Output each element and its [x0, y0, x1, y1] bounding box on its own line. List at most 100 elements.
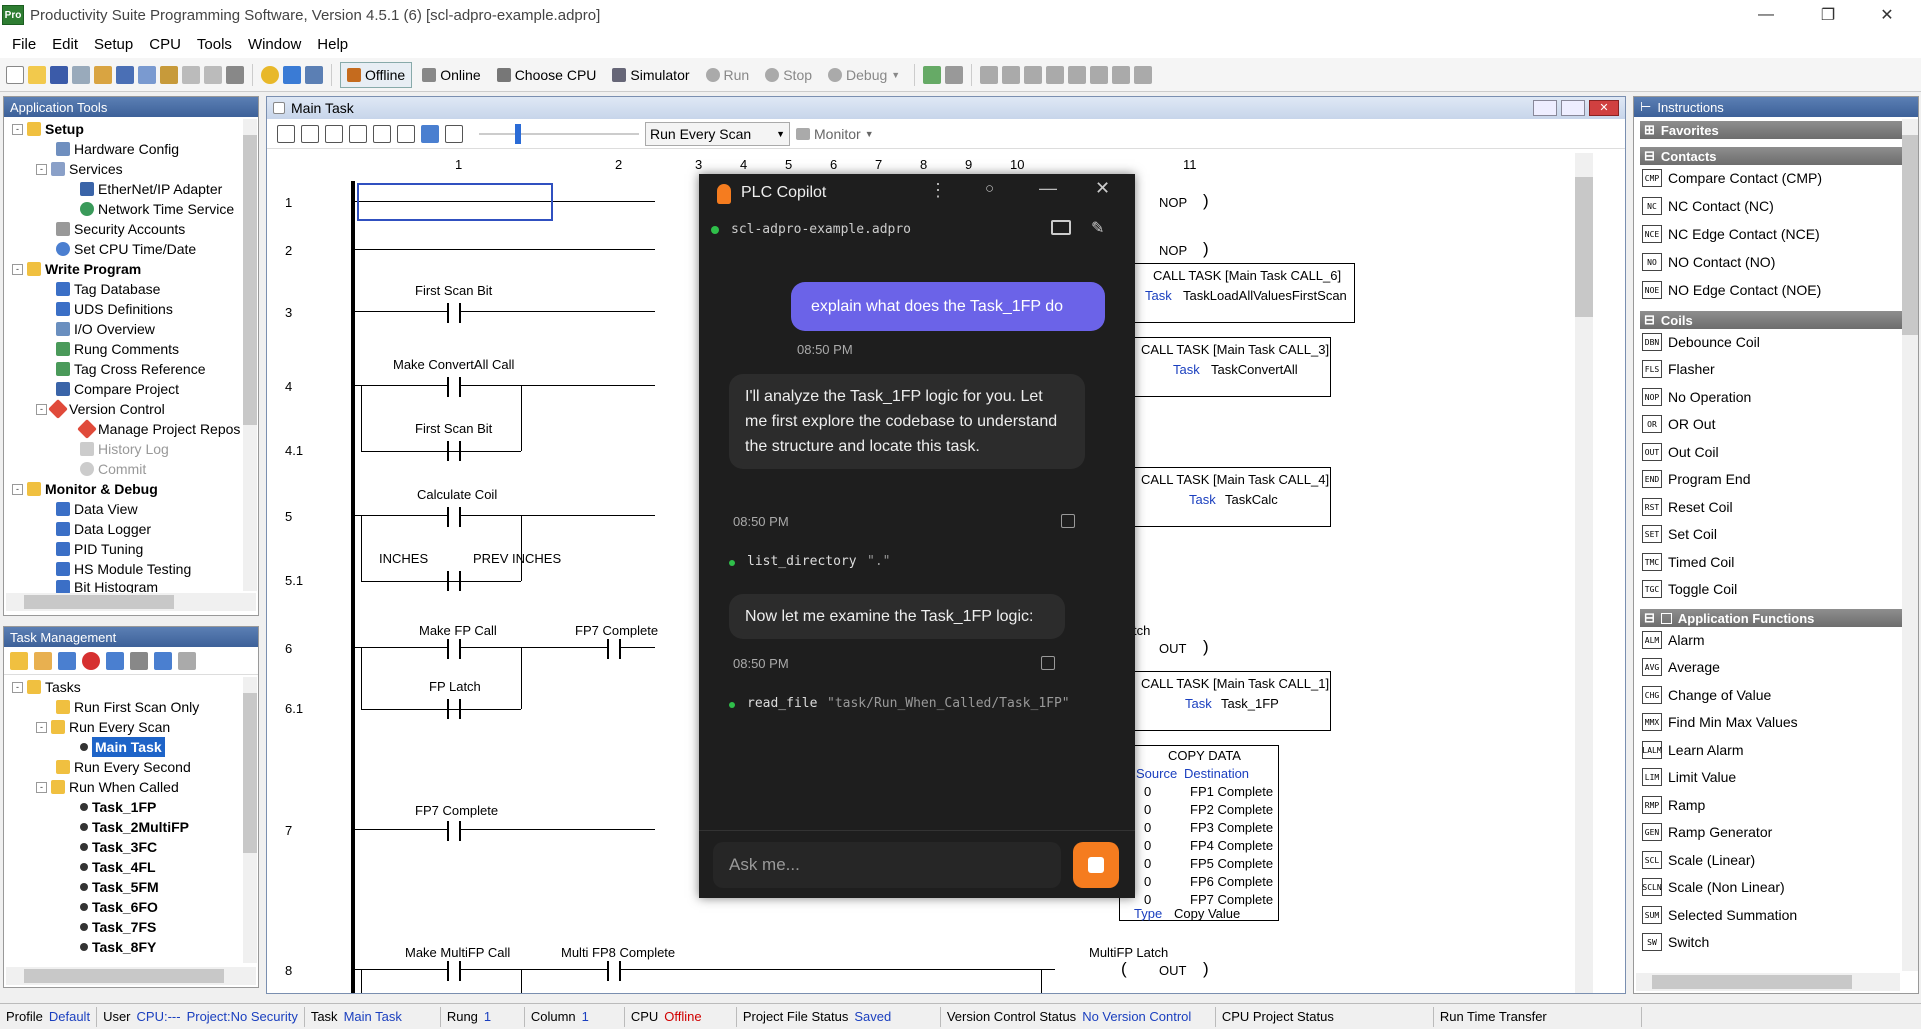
instruction-scl[interactable]: SCL Scale (Linear): [1642, 851, 1755, 869]
collapse-icon[interactable]: -: [12, 483, 23, 495]
paste-icon[interactable]: [160, 65, 178, 84]
edge-contact[interactable]: [447, 507, 461, 527]
tool-icon[interactable]: [1024, 65, 1043, 84]
nc-contact[interactable]: [607, 961, 621, 981]
instruction-rst[interactable]: RST Reset Coil: [1642, 498, 1733, 516]
new-task-icon[interactable]: [34, 651, 52, 670]
instruction-mmx[interactable]: MMX Find Min Max Values: [1642, 713, 1798, 731]
debug-button[interactable]: Debug ▼: [822, 62, 906, 88]
restore-button[interactable]: ❐: [1805, 0, 1851, 30]
instructions-hscrollbar[interactable]: [1636, 973, 1900, 991]
run-button[interactable]: Run: [700, 62, 756, 88]
tree-item-tag-database[interactable]: Tag Database: [56, 279, 160, 299]
menu-tools[interactable]: Tools: [189, 36, 240, 53]
tree-item-rung-comments[interactable]: Rung Comments: [56, 339, 179, 359]
tree-item-pid-tuning[interactable]: PID Tuning: [56, 539, 143, 559]
tool-icon[interactable]: [1090, 65, 1109, 84]
edge-contact[interactable]: [447, 639, 461, 659]
choose-cpu-button[interactable]: Choose CPU: [491, 62, 603, 88]
section-coils[interactable]: ⊟ Coils: [1640, 311, 1902, 329]
find-icon[interactable]: [226, 65, 244, 84]
call-task-box[interactable]: CALL TASK [Main Task CALL_4] Task TaskCa…: [1135, 467, 1331, 527]
vertical-scrollbar[interactable]: [243, 119, 257, 591]
checkbox-icon[interactable]: [1660, 612, 1672, 624]
tree-item-history-log[interactable]: History Log: [80, 439, 169, 459]
menu-cpu[interactable]: CPU: [141, 36, 189, 53]
task-item-every-scan[interactable]: - Run Every Scan: [36, 717, 170, 737]
tree-item-tag-cross-reference[interactable]: Tag Cross Reference: [56, 359, 206, 379]
close-button[interactable]: ✕: [1864, 0, 1910, 30]
print-icon[interactable]: [72, 65, 90, 84]
scrollbar-thumb[interactable]: [1902, 135, 1918, 335]
monitor-icon[interactable]: [945, 65, 964, 84]
instruction-end[interactable]: END Program End: [1642, 470, 1750, 488]
tree-item-monitor-debug[interactable]: - Monitor & Debug: [12, 479, 158, 499]
tree-item-io-overview[interactable]: I/O Overview: [56, 319, 155, 339]
minimize-button[interactable]: —: [1743, 0, 1789, 30]
instruction-lim[interactable]: LIM Limit Value: [1642, 768, 1736, 786]
tool-icon[interactable]: [1068, 65, 1087, 84]
tool-icon[interactable]: [1112, 65, 1131, 84]
cell-cursor[interactable]: [357, 183, 553, 221]
tree-item-commit[interactable]: Commit: [80, 459, 146, 479]
instruction-nc[interactable]: NC NC Contact (NC): [1642, 197, 1774, 215]
delete-icon[interactable]: [82, 651, 100, 670]
nop-coil[interactable]: NOP: [1159, 243, 1187, 258]
copy-message-icon[interactable]: [1041, 656, 1055, 670]
tree-item-compare-project[interactable]: Compare Project: [56, 379, 179, 399]
menu-help[interactable]: Help: [309, 36, 356, 53]
tool-icon[interactable]: [1002, 65, 1021, 84]
instruction-or[interactable]: OR OR Out: [1642, 415, 1715, 433]
stop-generation-button[interactable]: [1073, 842, 1119, 888]
instruction-alm[interactable]: ALM Alarm: [1642, 631, 1705, 649]
collapse-icon[interactable]: -: [36, 403, 47, 415]
task-item-task-2multifp[interactable]: Task_2MultiFP: [80, 817, 189, 837]
copy-icon[interactable]: [138, 65, 156, 84]
offline-button[interactable]: Offline: [340, 61, 413, 88]
copy-task-icon[interactable]: [106, 651, 124, 670]
instructions-scrollbar[interactable]: [1902, 119, 1918, 971]
horizontal-scrollbar[interactable]: [6, 967, 256, 985]
close-icon[interactable]: ✕: [1095, 178, 1110, 199]
tree-item-manage-repos[interactable]: Manage Project Repos: [77, 419, 240, 439]
task-item-task-3fc[interactable]: Task_3FC: [80, 837, 157, 857]
status-icon[interactable]: [923, 65, 942, 84]
grid-icon[interactable]: [373, 124, 391, 143]
section-application-functions[interactable]: ⊟ Application Functions: [1640, 609, 1902, 627]
instruction-out[interactable]: OUT Out Coil: [1642, 443, 1719, 461]
task-item-task-1fp[interactable]: Task_1FP: [80, 797, 156, 817]
tree-item-setup[interactable]: - Setup: [12, 119, 84, 139]
text-icon[interactable]: [349, 124, 367, 143]
instruction-chg[interactable]: CHG Change of Value: [1642, 686, 1771, 704]
tree-item-services[interactable]: - Services: [36, 159, 123, 179]
minimize-icon[interactable]: —: [1039, 178, 1057, 199]
no-contact[interactable]: [447, 303, 461, 323]
menu-edit[interactable]: Edit: [44, 36, 86, 53]
clean-icon[interactable]: ✎: [1091, 218, 1104, 238]
task-item-task-4fl[interactable]: Task_4FL: [80, 857, 156, 877]
instruction-dbn[interactable]: DBN Debounce Coil: [1642, 333, 1760, 351]
instruction-no[interactable]: NO NO Contact (NO): [1642, 253, 1775, 271]
out-coil[interactable]: OUT: [1159, 641, 1186, 656]
nop-coil[interactable]: NOP: [1159, 195, 1187, 210]
simulator-button[interactable]: Simulator: [606, 62, 695, 88]
instruction-nop[interactable]: NOP No Operation: [1642, 388, 1751, 406]
instruction-sw[interactable]: SW Switch: [1642, 933, 1709, 951]
move-icon[interactable]: [154, 651, 172, 670]
pin-icon[interactable]: ⊢: [1640, 99, 1651, 115]
tool-icon[interactable]: [1046, 65, 1065, 84]
cut-icon[interactable]: [116, 65, 134, 84]
editor-tool-icon[interactable]: [301, 124, 319, 143]
zoom-slider[interactable]: [479, 123, 639, 144]
edge-contact[interactable]: [447, 961, 461, 981]
section-contacts[interactable]: ⊟ Contacts: [1640, 147, 1902, 165]
instruction-lalm[interactable]: LALM Learn Alarm: [1642, 741, 1743, 759]
scrollbar-thumb[interactable]: [1575, 177, 1593, 317]
instruction-sum[interactable]: SUM Selected Summation: [1642, 906, 1797, 924]
window-icon[interactable]: [58, 651, 76, 670]
task-item-when-called[interactable]: - Run When Called: [36, 777, 179, 797]
task-item-main-task[interactable]: Main Task: [80, 737, 165, 757]
scan-select[interactable]: Run Every Scan ▼: [645, 121, 790, 146]
tree-item-set-cpu-time[interactable]: Set CPU Time/Date: [56, 239, 196, 259]
call-task-box[interactable]: CALL TASK [Main Task CALL_3] Task TaskCo…: [1135, 337, 1331, 397]
